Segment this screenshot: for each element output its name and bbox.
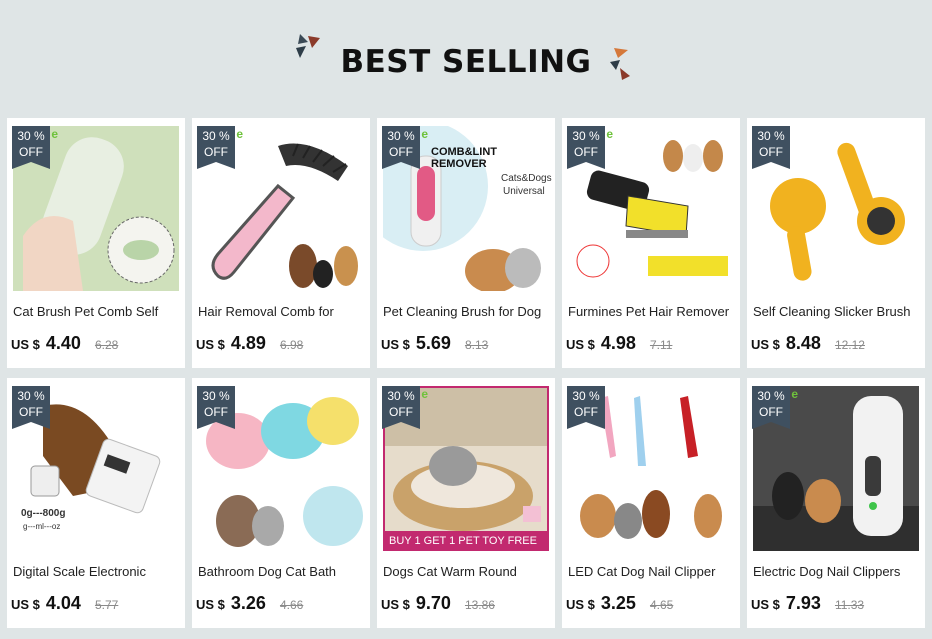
discount-badge: 30 % OFF bbox=[12, 386, 50, 429]
discount-badge: 30 % OFF e bbox=[382, 126, 428, 169]
original-price: 13.86 bbox=[464, 598, 495, 612]
price-row: US $ 4.40 6.28 bbox=[11, 333, 183, 357]
price-row: US $ 3.25 4.65 bbox=[566, 593, 738, 617]
price-row: US $ 3.26 4.66 bbox=[196, 593, 368, 617]
product-card[interactable]: 30 % OFF e Furmines Pet Hair Remover US $ 4… bbox=[562, 118, 740, 368]
product-name[interactable]: Cat Brush Pet Comb Self bbox=[13, 304, 181, 319]
original-price: 4.65 bbox=[649, 598, 674, 612]
original-price: 6.98 bbox=[279, 338, 304, 352]
sale-price: 8.48 bbox=[785, 333, 821, 353]
discount-badge: 30 % OFF e bbox=[567, 126, 613, 169]
price-row: US $ 5.69 8.13 bbox=[381, 333, 553, 357]
original-price: 5.77 bbox=[94, 598, 119, 612]
promo-banner: BUY 1 GET 1 PET TOY FREE bbox=[383, 531, 549, 551]
currency-label: US $ bbox=[566, 337, 595, 352]
discount-badge: 30 % OFF e bbox=[12, 126, 58, 169]
currency-label: US $ bbox=[381, 597, 410, 612]
original-price: 8.13 bbox=[464, 338, 489, 352]
original-price: 4.66 bbox=[279, 598, 304, 612]
sale-price: 4.04 bbox=[45, 593, 81, 613]
product-name[interactable]: LED Cat Dog Nail Clipper bbox=[568, 564, 736, 579]
sale-price: 7.93 bbox=[785, 593, 821, 613]
original-price: 12.12 bbox=[834, 338, 865, 352]
product-card[interactable]: 30 % OFF e Hair Removal Comb for US $ 4.89 6… bbox=[192, 118, 370, 368]
image-caption: 0g---800g bbox=[21, 508, 66, 519]
product-card[interactable]: COMB&LINT REMOVER Cats&Dogs Universal 30… bbox=[377, 118, 555, 368]
original-price: 7.11 bbox=[649, 338, 673, 352]
product-name[interactable]: Digital Scale Electronic bbox=[13, 564, 181, 579]
currency-label: US $ bbox=[381, 337, 410, 352]
sale-price: 4.40 bbox=[45, 333, 81, 353]
product-name[interactable]: Self Cleaning Slicker Brush bbox=[753, 304, 921, 319]
currency-label: US $ bbox=[196, 337, 225, 352]
product-name[interactable]: Hair Removal Comb for bbox=[198, 304, 366, 319]
price-row: US $ 4.89 6.98 bbox=[196, 333, 368, 357]
discount-badge: 30 % OFF bbox=[197, 386, 235, 429]
currency-label: US $ bbox=[566, 597, 595, 612]
right-triangle-decoration-icon bbox=[610, 48, 630, 80]
product-card[interactable]: BUY 1 GET 1 PET TOY FREE 30 % OFF e Dogs C… bbox=[377, 378, 555, 628]
header: BEST SELLING bbox=[0, 0, 932, 110]
image-caption: COMB&LINT REMOVER bbox=[431, 146, 497, 170]
product-name[interactable]: Electric Dog Nail Clippers bbox=[753, 564, 921, 579]
price-row: US $ 8.48 12.12 bbox=[751, 333, 923, 357]
sale-price: 3.25 bbox=[600, 593, 636, 613]
price-row: US $ 9.70 13.86 bbox=[381, 593, 553, 617]
image-caption: Cats&Dogs bbox=[501, 173, 552, 184]
product-card[interactable]: 0g---800g g---ml---oz 30 % OFF Digital Sc… bbox=[7, 378, 185, 628]
product-card[interactable]: 30 % OFF Bathroom Dog Cat Bath US $ 3.26 4.… bbox=[192, 378, 370, 628]
currency-label: US $ bbox=[196, 597, 225, 612]
image-caption: Universal bbox=[503, 186, 545, 197]
discount-badge: 30 % OFF bbox=[567, 386, 605, 429]
image-caption: g---ml---oz bbox=[23, 522, 61, 531]
page-title: BEST SELLING bbox=[340, 44, 592, 80]
original-price: 11.33 bbox=[834, 598, 865, 612]
currency-label: US $ bbox=[751, 597, 780, 612]
sale-price: 5.69 bbox=[415, 333, 451, 353]
product-name[interactable]: Dogs Cat Warm Round bbox=[383, 564, 551, 579]
discount-badge: 30 % OFF e bbox=[752, 386, 798, 429]
currency-label: US $ bbox=[11, 337, 40, 352]
price-row: US $ 4.04 5.77 bbox=[11, 593, 183, 617]
sale-price: 9.70 bbox=[415, 593, 451, 613]
product-card[interactable]: 30 % OFF LED Cat Dog Nail Clipper US $ 3.2… bbox=[562, 378, 740, 628]
sale-price: 4.89 bbox=[230, 333, 266, 353]
discount-badge: 30 % OFF bbox=[752, 126, 790, 169]
original-price: 6.28 bbox=[94, 338, 119, 352]
currency-label: US $ bbox=[11, 597, 40, 612]
product-name[interactable]: Furmines Pet Hair Remover bbox=[568, 304, 736, 319]
product-card[interactable]: 30 % OFF e Electric Dog Nail Clippers US $… bbox=[747, 378, 925, 628]
product-name[interactable]: Bathroom Dog Cat Bath bbox=[198, 564, 366, 579]
sale-price: 3.26 bbox=[230, 593, 266, 613]
discount-badge: 30 % OFF e bbox=[197, 126, 243, 169]
product-card[interactable]: 30 % OFF Self Cleaning Slicker Brush US $… bbox=[747, 118, 925, 368]
product-card[interactable]: 30 % OFF e Cat Brush Pet Comb Self US $ 4.4… bbox=[7, 118, 185, 368]
price-row: US $ 7.93 11.33 bbox=[751, 593, 923, 617]
price-row: US $ 4.98 7.11 bbox=[566, 333, 738, 357]
sale-price: 4.98 bbox=[600, 333, 636, 353]
discount-badge: 30 % OFF e bbox=[382, 386, 428, 429]
currency-label: US $ bbox=[751, 337, 780, 352]
product-name[interactable]: Pet Cleaning Brush for Dog bbox=[383, 304, 551, 319]
